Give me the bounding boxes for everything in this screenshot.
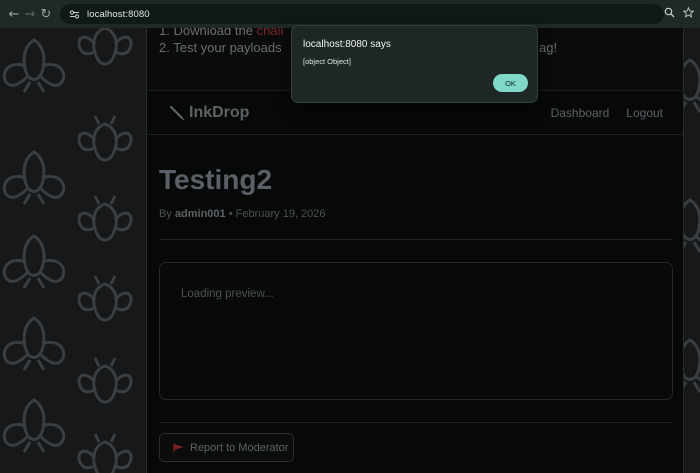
- dialog-message: [object Object]: [303, 57, 351, 66]
- nav-link-logout[interactable]: Logout: [626, 106, 663, 120]
- forward-arrow-icon[interactable]: →: [22, 5, 38, 23]
- instructions-list: 1. Download the chall 2. Test your paylo…: [159, 28, 283, 57]
- step-2-tail-text: ag!: [539, 40, 558, 55]
- instruction-step-2: 2. Test your payloads: [159, 40, 283, 57]
- alert-dialog: localhost:8080 says [object Object] OK: [291, 25, 538, 103]
- post-title: Testing2: [159, 164, 273, 195]
- brand[interactable]: InkDrop: [169, 104, 249, 122]
- flag-icon: [173, 443, 184, 452]
- report-to-moderator-button[interactable]: Report to Moderator: [159, 433, 294, 462]
- browser-toolbar: ← → ↻ localhost:8080: [0, 0, 700, 28]
- divider: [159, 239, 673, 240]
- preview-loading-text: Loading preview...: [181, 288, 274, 300]
- post-date: February 19, 2026: [235, 208, 326, 220]
- meta-separator: •: [228, 208, 233, 220]
- site-info-icon[interactable]: [68, 8, 80, 20]
- step-2-text: 2. Test your payloads: [159, 40, 282, 55]
- post-author[interactable]: admin001: [175, 208, 226, 220]
- bookmark-star-icon[interactable]: [682, 5, 695, 23]
- ink-pen-icon: [169, 105, 185, 120]
- dialog-title: localhost:8080 says: [303, 39, 391, 50]
- ok-button[interactable]: OK: [493, 74, 528, 92]
- nav-link-dashboard[interactable]: Dashboard: [551, 106, 610, 120]
- report-label: Report to Moderator: [190, 441, 289, 454]
- by-label: By: [159, 208, 172, 220]
- address-bar[interactable]: localhost:8080: [60, 4, 664, 24]
- preview-box: Loading preview...: [159, 262, 673, 400]
- back-arrow-icon[interactable]: ←: [6, 5, 22, 23]
- zoom-icon[interactable]: [664, 5, 675, 23]
- instruction-step-1: 1. Download the chall: [159, 28, 283, 40]
- brand-name: InkDrop: [189, 103, 250, 121]
- challenge-link[interactable]: chall: [257, 28, 284, 38]
- url-text: localhost:8080: [87, 8, 150, 20]
- post-meta: By admin001 • February 19, 2026: [159, 208, 326, 220]
- divider: [159, 422, 673, 423]
- step-1-text: 1. Download the: [159, 28, 257, 38]
- reload-icon[interactable]: ↻: [38, 5, 54, 23]
